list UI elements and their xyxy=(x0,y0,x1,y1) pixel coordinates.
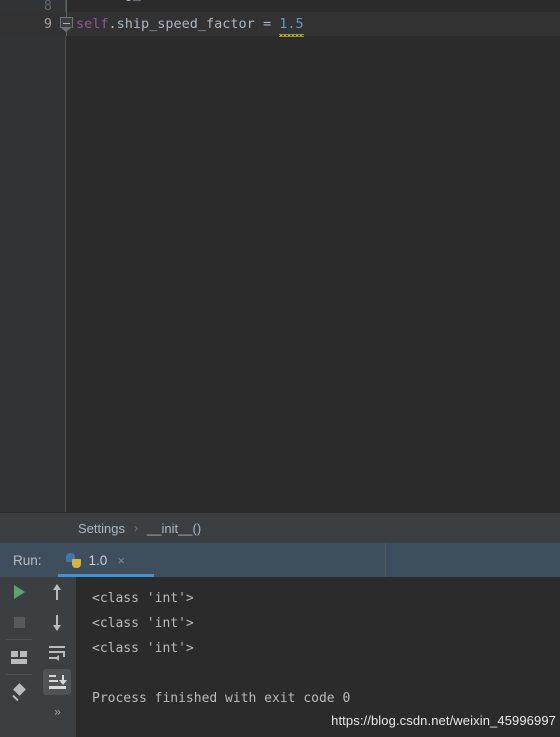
breadcrumb-item-init[interactable]: __init__() xyxy=(147,521,201,536)
up-button[interactable] xyxy=(38,577,76,607)
token: .ship_speed_factor xyxy=(108,16,263,32)
close-icon[interactable]: × xyxy=(117,554,125,567)
gutter-divider xyxy=(65,0,66,512)
code-lines[interactable]: 8self.ag_color = (230,232,230)9self.ship… xyxy=(0,0,560,37)
breadcrumb-indent xyxy=(0,513,78,543)
play-icon xyxy=(13,585,25,599)
rerun-button[interactable] xyxy=(0,577,38,607)
token: ( xyxy=(206,0,214,2)
token: = xyxy=(262,16,280,32)
code-line-8[interactable]: 8 self.ag_color = (230,232,230) xyxy=(0,0,560,14)
python-icon xyxy=(65,552,81,568)
toolbar-separator-1 xyxy=(6,639,32,640)
run-label: Run: xyxy=(13,552,42,568)
layout-icon xyxy=(11,650,27,664)
token: .ag_color xyxy=(109,0,190,2)
run-tab-1.0[interactable]: 1.0 × xyxy=(57,543,154,577)
token: 232 xyxy=(247,0,271,2)
console-line: <class 'int'> xyxy=(92,616,194,631)
code-line-9[interactable]: 9 self.ship_speed_factor = 1.5 xyxy=(0,12,560,37)
chevron-right-icon: › xyxy=(133,521,138,535)
watermark-url: https://blog.csdn.net/weixin_45996997 xyxy=(323,711,560,731)
arrow-up-icon xyxy=(50,583,64,601)
token: 230 xyxy=(279,0,303,2)
layout-button[interactable] xyxy=(0,642,38,672)
code-text: self.ship_speed_factor = 1.5 xyxy=(76,12,305,37)
token: , xyxy=(239,0,247,2)
soft-wrap-button[interactable] xyxy=(38,637,76,667)
line-number: 8 xyxy=(43,0,52,14)
code-text: self.ag_color = (230,232,230) xyxy=(76,0,312,12)
token: 230 xyxy=(214,0,238,2)
breadcrumb[interactable]: Settings › __init__() xyxy=(0,512,560,543)
down-button[interactable] xyxy=(38,607,76,637)
fold-arrow-icon xyxy=(60,27,72,32)
fold-column[interactable] xyxy=(58,0,76,12)
fold-guide-line xyxy=(66,0,67,12)
code-editor[interactable]: 8self.ag_color = (230,232,230)9self.ship… xyxy=(0,0,560,512)
pin-icon xyxy=(11,683,27,702)
console-line: <class 'int'> xyxy=(92,641,194,656)
soft-wrap-icon xyxy=(49,645,65,661)
scroll-to-end-icon xyxy=(48,675,67,689)
token: self xyxy=(76,16,109,32)
token: self xyxy=(76,0,109,2)
fold-column[interactable] xyxy=(58,12,76,36)
toolbar-separator-2 xyxy=(6,674,32,675)
pycharm-window: 8self.ag_color = (230,232,230)9self.ship… xyxy=(0,0,560,737)
stop-button[interactable] xyxy=(0,607,38,637)
line-number: 9 xyxy=(0,12,52,36)
scroll-to-end-button[interactable] xyxy=(38,667,76,697)
console-line: <class 'int'> xyxy=(92,591,194,606)
token: = xyxy=(190,0,206,2)
more-button[interactable]: » xyxy=(38,697,76,727)
breadcrumb-item-settings[interactable]: Settings xyxy=(78,521,125,536)
run-tab-label: 1.0 xyxy=(88,552,108,568)
run-tool-window-header: Run: 1.0 × xyxy=(0,543,560,577)
run-tool-window: Run: 1.0 × » <class 'int'> <class 'int'>… xyxy=(0,543,560,737)
run-toolbar-left xyxy=(0,577,38,737)
stop-icon xyxy=(13,616,25,628)
run-toolbar-right: » xyxy=(38,577,76,737)
arrow-down-icon xyxy=(50,614,64,631)
header-divider xyxy=(385,543,386,577)
token: ) xyxy=(304,0,312,2)
console-line: Process finished with exit code 0 xyxy=(92,691,351,706)
chevrons-icon: » xyxy=(53,705,61,719)
pin-button[interactable] xyxy=(0,677,38,707)
token: 1.5 xyxy=(279,12,305,37)
editor-gutter[interactable] xyxy=(0,0,65,512)
